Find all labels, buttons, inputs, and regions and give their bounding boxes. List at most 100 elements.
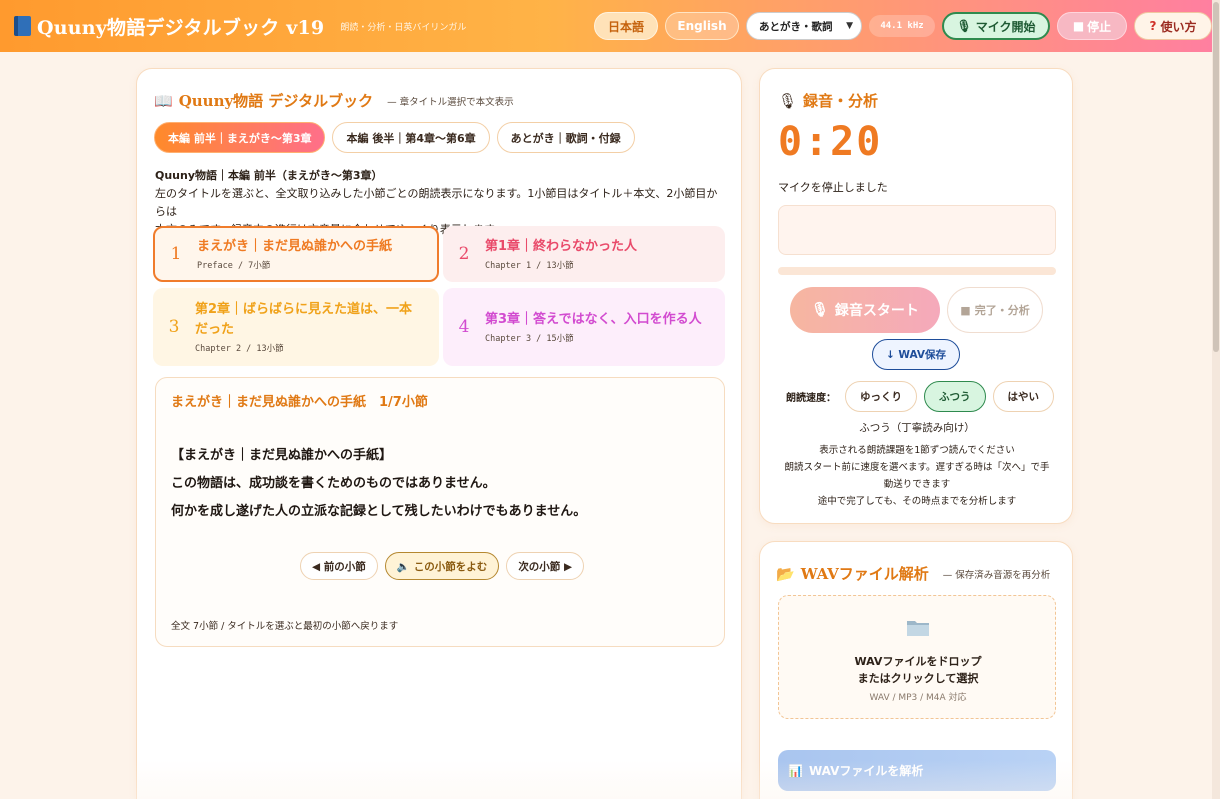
sample-rate-badge: 44.1 kHz: [869, 15, 935, 37]
record-help: 表示される朗読課題を1節ずつ読んでください 朗読スタート前に速度を選べます。遅す…: [778, 442, 1056, 510]
record-card-header: 🎙 録音・分析: [778, 90, 878, 111]
reader-panel: まえがき｜まだ見ぬ誰かへの手紙 1/7小節 【まえがき｜まだ見ぬ誰かへの手紙】 …: [155, 377, 725, 647]
record-timer: 0:20: [778, 119, 883, 165]
reader-text: 【まえがき｜まだ見ぬ誰かへの手紙】 この物語は、成功談を書くためのものではありま…: [171, 442, 586, 526]
top-bar: Quuny物語デジタルブック v19 朗読・分析・日英バイリンガル 日本語 En…: [0, 0, 1212, 52]
brand: Quuny物語デジタルブック v19 朗読・分析・日英バイリンガル: [14, 13, 466, 40]
tab-part-2[interactable]: 本編 後半｜第4章〜第6章: [332, 122, 490, 153]
record-start-label: 録音スタート: [834, 303, 919, 319]
record-card-title: 録音・分析: [803, 92, 879, 110]
read-verse-button[interactable]: 🔈 この小節をよむ: [384, 552, 500, 580]
drop-line-2: またはクリックして選択: [857, 672, 979, 685]
chapter-meta: Preface / 7小節: [197, 261, 271, 271]
chapter-meta: Chapter 3 / 15小節: [485, 334, 574, 344]
prev-verse-button[interactable]: ◀ 前の小節: [300, 552, 378, 580]
speed-selector: 朗読速度： ゆっくり ふつう はやい: [786, 381, 1054, 412]
folder-icon: [907, 621, 929, 636]
speaker-icon: 🔈: [396, 560, 410, 573]
help-label: 使い方: [1160, 19, 1197, 34]
wav-card: 📂 WAVファイル解析 — 保存済み音源を再分析 WAVファイルをドロップ また…: [759, 541, 1073, 799]
page-scrollbar[interactable]: [1212, 0, 1220, 799]
stop-button[interactable]: ■ 停止: [1057, 12, 1127, 40]
microphone-icon: 🎙: [778, 91, 798, 110]
reader-line: この物語は、成功談を書くためのものではありません。: [171, 476, 496, 491]
drop-line-1: WAVファイルをドロップ: [854, 655, 982, 668]
record-card: 🎙 録音・分析 0:20 マイクを停止しました 🎙 録音スタート ■ 完了・分析…: [759, 68, 1073, 524]
lang-ja-button[interactable]: 日本語: [594, 12, 658, 40]
reader-nav: ◀ 前の小節 🔈 この小節をよむ 次の小節 ▶: [300, 552, 585, 580]
help-line: 動送りできます: [883, 479, 951, 490]
book-icon: [14, 16, 31, 36]
chapter-number: 1: [170, 244, 182, 264]
mic-start-label: マイク開始: [975, 19, 1036, 34]
help-line: 朗読スタート前に速度を選べます。遅すぎる時は「次へ」で手: [784, 462, 1050, 473]
lang-en-button[interactable]: English: [665, 12, 739, 40]
chapter-title: 第1章｜終わらなかった人: [485, 239, 638, 254]
bar-chart-icon: 📊: [788, 763, 803, 778]
supported-formats: WAV / MP3 / M4A 対応: [869, 693, 967, 703]
reader-footer: 全文 7小節 / タイトルを選ぶと最初の小節へ戻ります: [171, 621, 399, 632]
chapter-number: 2: [458, 244, 470, 264]
help-button[interactable]: ? 使い方: [1134, 12, 1212, 40]
stop-icon: ■: [1072, 19, 1085, 33]
help-line: 表示される朗読課題を1節ずつ読んでください: [819, 445, 1015, 456]
chapter-item-1[interactable]: 2 第1章｜終わらなかった人 Chapter 1 / 13小節: [443, 226, 725, 282]
wav-drop-zone[interactable]: WAVファイルをドロップ またはクリックして選択 WAV / MP3 / M4A…: [778, 595, 1056, 719]
chapter-meta: Chapter 1 / 13小節: [485, 261, 574, 271]
mic-start-button[interactable]: 🎙 マイク開始: [942, 12, 1050, 40]
chapter-item-preface[interactable]: 1 まえがき｜まだ見ぬ誰かへの手紙 Preface / 7小節: [153, 226, 439, 282]
book-card-title: Quuny物語 デジタルブック: [178, 92, 374, 110]
wav-card-header: 📂 WAVファイル解析 — 保存済み音源を再分析: [776, 563, 1050, 584]
wav-card-title: WAVファイル解析: [800, 565, 929, 583]
reader-heading: まえがき｜まだ見ぬ誰かへの手紙 1/7小節: [171, 395, 428, 410]
speed-note: ふつう（丁寧読み向け）: [859, 422, 975, 434]
microphone-icon: 🎙: [811, 302, 829, 318]
chapter-item-2[interactable]: 3 第2章｜ばらばらに見えた道は、一本だった Chapter 2 / 13小節: [153, 288, 439, 366]
tab-part-1[interactable]: 本編 前半｜まえがき〜第3章: [154, 122, 326, 153]
part-description-line: 左のタイトルを選ぶと、全文取り込みした小節ごとの朗読表示になります。1小節目はタ…: [155, 187, 718, 218]
chapter-title: 第2章｜ばらばらに見えた道は、一本だった: [195, 302, 413, 337]
speed-fast-button[interactable]: はやい: [992, 381, 1054, 412]
part-description-title: Quuny物語｜本編 前半（まえがき〜第3章）: [155, 169, 383, 182]
section-select-value: あとがき・歌詞: [759, 20, 833, 33]
record-start-button[interactable]: 🎙 録音スタート: [790, 287, 940, 333]
speed-label: 朗読速度：: [786, 393, 836, 404]
folder-icon: 📂: [776, 564, 795, 583]
open-book-icon: 📖: [154, 91, 173, 110]
next-verse-button[interactable]: 次の小節 ▶: [506, 552, 585, 580]
help-line: 途中で完了しても、その時点までを分析します: [817, 496, 1017, 507]
chapter-title: 第3章｜答えではなく、入口を作る人: [485, 312, 702, 327]
reader-line: 【まえがき｜まだ見ぬ誰かへの手紙】: [171, 448, 393, 463]
analyze-wav-label: WAVファイルを解析: [808, 764, 924, 778]
book-card-header: 📖 Quuny物語 デジタルブック — 章タイトル選択で本文表示: [154, 90, 514, 111]
mic-status: マイクを停止しました: [778, 181, 888, 194]
speed-slow-button[interactable]: ゆっくり: [845, 381, 917, 412]
wav-save-button[interactable]: ↓ WAV保存: [872, 339, 960, 370]
scrollbar-thumb[interactable]: [1213, 2, 1219, 352]
finish-analyze-button[interactable]: ■ 完了・分析: [947, 287, 1043, 333]
finish-analyze-label: 完了・分析: [974, 304, 1030, 317]
section-select[interactable]: あとがき・歌詞 ▼: [746, 12, 862, 40]
live-text-box: [778, 205, 1056, 255]
chapter-number: 3: [168, 317, 180, 337]
record-progress: [778, 267, 1056, 275]
app-subtitle: 朗読・分析・日英バイリンガル: [340, 22, 467, 33]
part-tabs: 本編 前半｜まえがき〜第3章 本編 後半｜第4章〜第6章 あとがき｜歌詞・付録: [154, 122, 635, 153]
analyze-wav-button[interactable]: 📊 WAVファイルを解析: [778, 750, 1056, 791]
chapter-item-3[interactable]: 4 第3章｜答えではなく、入口を作る人 Chapter 3 / 15小節: [443, 288, 725, 366]
chapter-meta: Chapter 2 / 13小節: [195, 344, 284, 354]
book-card-note: — 章タイトル選択で本文表示: [387, 96, 514, 108]
stop-label: 停止: [1087, 19, 1112, 34]
chevron-down-icon: ▼: [846, 21, 853, 31]
question-icon: ?: [1149, 19, 1157, 33]
stop-icon: ■: [960, 303, 971, 317]
speed-normal-button[interactable]: ふつう: [924, 381, 986, 412]
wav-card-note: — 保存済み音源を再分析: [942, 569, 1051, 581]
app-title: Quuny物語デジタルブック v19: [37, 16, 325, 39]
read-verse-label: この小節をよむ: [413, 560, 488, 573]
microphone-icon: 🎙: [956, 19, 972, 33]
reader-line: 何かを成し遂げた人の立派な記録として残したいわけでもありません。: [171, 504, 587, 519]
chapter-number: 4: [458, 317, 470, 337]
tab-afterword[interactable]: あとがき｜歌詞・付録: [496, 122, 635, 153]
chapter-title: まえがき｜まだ見ぬ誰かへの手紙: [197, 239, 393, 254]
